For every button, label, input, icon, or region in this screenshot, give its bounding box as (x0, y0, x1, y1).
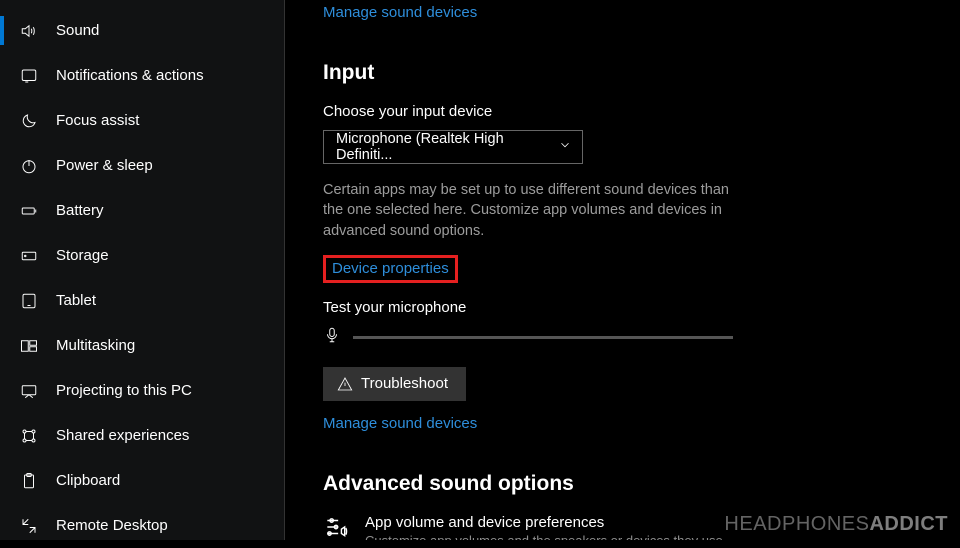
settings-sidebar: Sound Notifications & actions Focus assi… (0, 0, 285, 540)
manage-sound-devices-link-bottom[interactable]: Manage sound devices (323, 415, 477, 432)
test-microphone-label: Test your microphone (323, 299, 930, 316)
sidebar-item-storage[interactable]: Storage (0, 233, 284, 278)
warning-icon (337, 376, 353, 392)
sidebar-item-shared-experiences[interactable]: Shared experiences (0, 413, 284, 458)
device-properties-highlight: Device properties (323, 255, 458, 283)
sound-icon (20, 22, 38, 40)
device-properties-link[interactable]: Device properties (332, 260, 449, 277)
power-icon (20, 157, 38, 175)
input-helper-text: Certain apps may be set up to use differ… (323, 180, 743, 241)
watermark: HEADPHONESADDICT (724, 513, 948, 536)
advanced-sound-options-heading: Advanced sound options (323, 472, 930, 496)
sidebar-item-projecting[interactable]: Projecting to this PC (0, 368, 284, 413)
dropdown-value: Microphone (Realtek High Definiti... (336, 131, 558, 163)
notifications-icon (20, 67, 38, 85)
choose-input-device-label: Choose your input device (323, 103, 930, 120)
app-volume-desc: Customize app volumes and the speakers o… (365, 533, 726, 540)
sidebar-item-label: Multitasking (56, 337, 135, 354)
sidebar-item-label: Storage (56, 247, 109, 264)
input-heading: Input (323, 61, 930, 85)
troubleshoot-button[interactable]: Troubleshoot (323, 367, 466, 401)
sidebar-item-label: Battery (56, 202, 104, 219)
storage-icon (20, 247, 38, 265)
projecting-icon (20, 382, 38, 400)
sidebar-item-label: Notifications & actions (56, 67, 204, 84)
sidebar-item-notifications[interactable]: Notifications & actions (0, 53, 284, 98)
clipboard-icon (20, 472, 38, 490)
sidebar-item-clipboard[interactable]: Clipboard (0, 458, 284, 503)
settings-main-panel: Manage sound devices Input Choose your i… (285, 0, 960, 540)
input-device-dropdown[interactable]: Microphone (Realtek High Definiti... (323, 130, 583, 164)
sidebar-item-label: Clipboard (56, 472, 120, 489)
sidebar-item-sound[interactable]: Sound (0, 8, 284, 53)
sidebar-item-label: Power & sleep (56, 157, 153, 174)
app-volume-title: App volume and device preferences (365, 514, 726, 531)
sidebar-item-label: Shared experiences (56, 427, 189, 444)
sidebar-item-multitasking[interactable]: Multitasking (0, 323, 284, 368)
sidebar-item-label: Tablet (56, 292, 96, 309)
sidebar-item-battery[interactable]: Battery (0, 188, 284, 233)
multitasking-icon (20, 337, 38, 355)
mic-level-row (323, 326, 930, 349)
microphone-icon (323, 326, 341, 349)
sidebar-item-label: Sound (56, 22, 99, 39)
sidebar-item-remote-desktop[interactable]: Remote Desktop (0, 503, 284, 548)
sidebar-item-label: Focus assist (56, 112, 139, 129)
tablet-icon (20, 292, 38, 310)
mic-level-bar (353, 336, 733, 339)
manage-sound-devices-link-top[interactable]: Manage sound devices (323, 4, 477, 21)
sidebar-item-tablet[interactable]: Tablet (0, 278, 284, 323)
app-volume-icon (323, 514, 349, 540)
sidebar-item-label: Projecting to this PC (56, 382, 192, 399)
sidebar-item-label: Remote Desktop (56, 517, 168, 534)
battery-icon (20, 202, 38, 220)
shared-experiences-icon (20, 427, 38, 445)
chevron-down-icon (558, 138, 572, 156)
sidebar-item-focus-assist[interactable]: Focus assist (0, 98, 284, 143)
troubleshoot-label: Troubleshoot (361, 375, 448, 392)
sidebar-item-power-sleep[interactable]: Power & sleep (0, 143, 284, 188)
moon-icon (20, 112, 38, 130)
remote-desktop-icon (20, 517, 38, 535)
